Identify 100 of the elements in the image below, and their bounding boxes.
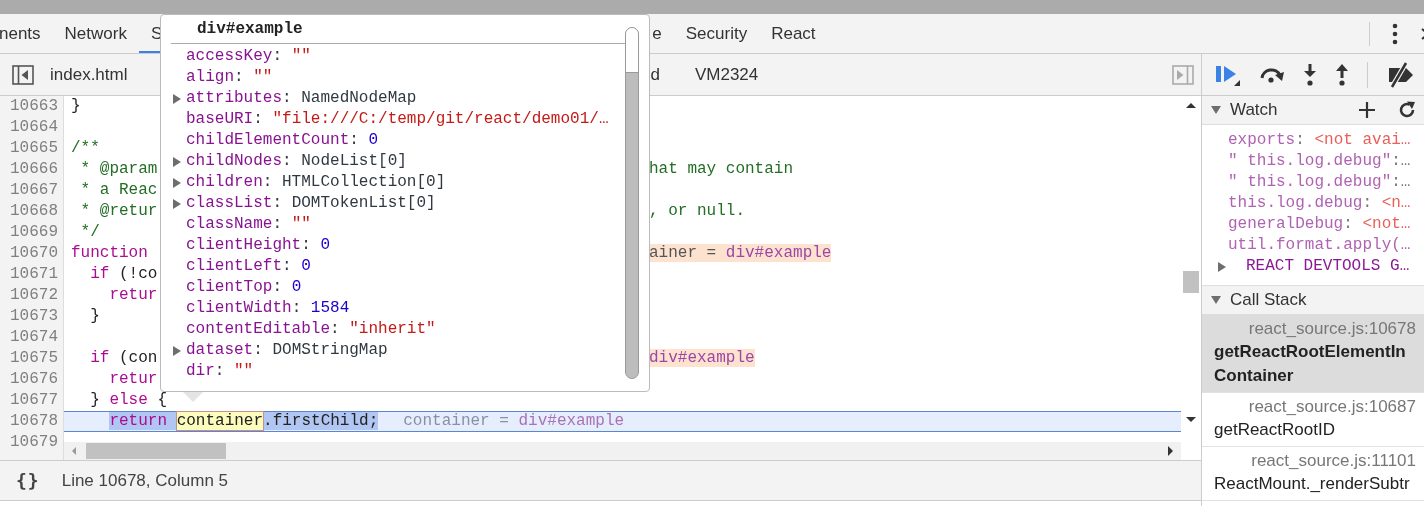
line-number: 10677	[9, 390, 59, 411]
code-comment: * @param	[80, 160, 158, 178]
highlighted-token: container	[176, 412, 264, 430]
section-header[interactable]: Watch	[1202, 96, 1424, 125]
vertical-scrollbar[interactable]	[625, 27, 639, 379]
line-number: 10671	[9, 264, 59, 285]
code-keyword: return	[109, 412, 177, 430]
line-number: 10669	[9, 222, 59, 243]
more-menu-icon[interactable]	[1392, 22, 1398, 45]
expand-arrow-icon[interactable]	[1216, 260, 1228, 273]
file-tab[interactable]: index.html	[40, 64, 138, 85]
code-comment: */	[80, 223, 100, 241]
watch-expression: " this.log.debug":…	[1228, 172, 1411, 193]
property-entry: align: ""	[186, 67, 273, 88]
panel-tab[interactable]: React	[759, 16, 828, 53]
frame-function: ReactMount._renderSubtr	[1214, 473, 1411, 495]
line-number: 10664	[9, 117, 59, 138]
pretty-print-button[interactable]: {}	[12, 470, 44, 491]
property-entry: childElementCount: 0	[186, 130, 379, 151]
code-keyword: if	[90, 349, 110, 367]
code-comment: /**	[71, 139, 100, 157]
sidebar-toggle-icon[interactable]	[1172, 64, 1194, 85]
property-entry: children: HTMLCollection[0]	[186, 172, 446, 193]
section-title: Watch	[1230, 100, 1278, 120]
line-number: 10673	[9, 306, 59, 327]
property-entry: dir: ""	[186, 361, 254, 382]
panel-tab[interactable]: Security	[673, 16, 760, 53]
panel-tab[interactable]: e	[652, 16, 674, 53]
deactivate-breakpoints-icon[interactable]	[1386, 61, 1416, 88]
frame-location: react_source.js:11101	[1250, 450, 1416, 472]
property-entry: clientWidth: 1584	[186, 298, 350, 319]
line-number: 10668	[9, 201, 59, 222]
frame-function: getReactRootElementInContainer	[1214, 341, 1407, 387]
expand-arrow-icon[interactable]	[171, 155, 183, 168]
property-entry: clientLeft: 0	[186, 256, 311, 277]
frame-location: react_source.js:10687	[1247, 396, 1416, 418]
code-keyword: if	[90, 265, 110, 283]
section-title: Call Stack	[1230, 290, 1307, 310]
refresh-icon[interactable]	[1398, 101, 1416, 119]
watch-expression: util.format.apply(…	[1228, 235, 1411, 256]
popover-title: div#example	[196, 19, 304, 40]
property-entry: contentEditable: "inherit"	[186, 319, 436, 340]
call-frame[interactable]: react_source.js:10687 getReactRootID	[1202, 393, 1424, 447]
line-number: 10666	[9, 159, 59, 180]
file-tab[interactable]: VM2324	[684, 64, 769, 85]
call-frame[interactable]: react_source.js:10678 getReactRootElementInContainer	[1202, 315, 1424, 393]
expand-arrow-icon[interactable]	[171, 197, 183, 210]
expand-arrow-icon[interactable]	[171, 344, 183, 357]
panel-tab[interactable]: nents	[0, 16, 53, 53]
expand-arrow-icon[interactable]	[171, 92, 183, 105]
frame-function: getReactRootID	[1214, 419, 1336, 441]
code-comment: * @retur	[80, 202, 158, 220]
inline-value: div#example	[518, 412, 625, 430]
line-number: 10663	[9, 96, 59, 117]
property-entry: className: ""	[186, 214, 311, 235]
property-entry: accessKey: ""	[186, 46, 311, 67]
collapse-arrow-icon[interactable]	[1210, 294, 1222, 306]
line-number: 10665	[9, 138, 59, 159]
code-text: }	[71, 97, 81, 115]
collapse-arrow-icon[interactable]	[1210, 104, 1222, 116]
panel-tab[interactable]: Network	[52, 16, 139, 53]
code-text: .firstChild;	[263, 412, 379, 430]
line-number: 10667	[9, 180, 59, 201]
line-number: 10678	[9, 411, 59, 432]
step-out-icon[interactable]	[1335, 62, 1349, 87]
code-comment: hat may contain	[649, 160, 794, 178]
line-number: 10674	[9, 327, 59, 348]
expand-arrow-icon[interactable]	[171, 176, 183, 189]
property-entry: childNodes: NodeList[0]	[186, 151, 407, 172]
horizontal-scrollbar[interactable]	[64, 442, 1181, 460]
code-comment: * a Reac	[80, 181, 158, 199]
code-text: }	[90, 307, 100, 325]
code-text: {	[157, 391, 168, 409]
inline-value: div#example	[649, 349, 755, 367]
line-number: 10672	[9, 285, 59, 306]
property-entry: baseURI: "file:///C:/temp/git/react/demo01/…	[186, 109, 609, 130]
section-header[interactable]: Call Stack	[1202, 286, 1424, 315]
inline-value: container =	[403, 412, 510, 430]
code-keyword: else	[109, 391, 148, 409]
property-entry: clientTop: 0	[186, 277, 302, 298]
add-icon[interactable]	[1358, 101, 1376, 119]
step-into-icon[interactable]	[1303, 62, 1317, 87]
watch-expression: REACT DEVTOOLS G…	[1246, 256, 1410, 277]
watch-expression: " this.log.debug":…	[1228, 151, 1411, 172]
popover-pointer	[183, 392, 203, 402]
watch-expression: this.log.debug: <n…	[1228, 193, 1411, 214]
sidebar-toggle-icon[interactable]	[12, 64, 34, 85]
line-number: 10679	[9, 432, 59, 453]
property-entry: clientHeight: 0	[186, 235, 331, 256]
inline-value: ainer =	[649, 244, 726, 262]
code-keyword: retur	[109, 286, 158, 304]
property-entry: classList: DOMTokenList[0]	[186, 193, 436, 214]
code-text: (!co	[119, 265, 158, 283]
code-keyword: retur	[109, 370, 158, 388]
watch-expression: generalDebug: <not…	[1228, 214, 1411, 235]
call-frame[interactable]: react_source.js:11101 ReactMount._renderSubtr	[1202, 447, 1424, 501]
property-entry: attributes: NamedNodeMap	[186, 88, 417, 109]
code-text: (con	[119, 349, 158, 367]
line-number: 10676	[9, 369, 59, 390]
code-keyword: function	[71, 244, 148, 262]
